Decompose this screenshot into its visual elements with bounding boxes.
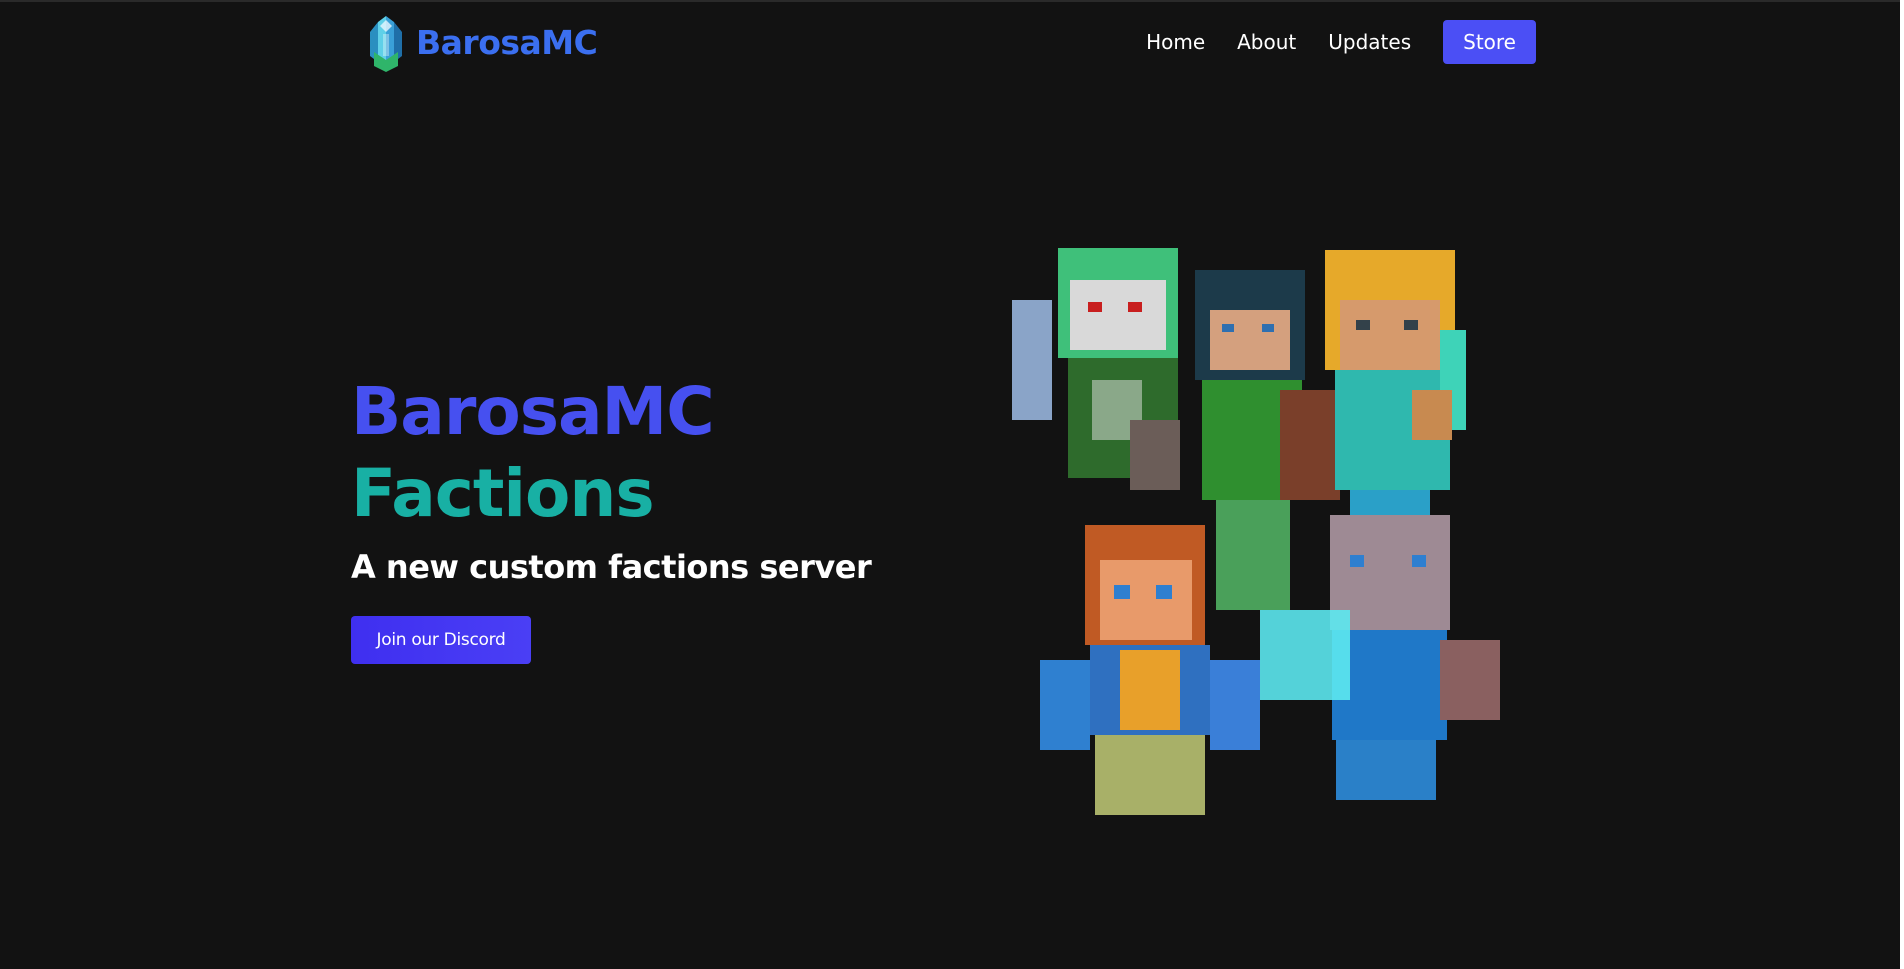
character-green-hair [1012, 248, 1180, 490]
brand-link[interactable]: BarosaMC [364, 12, 598, 72]
nav-home[interactable]: Home [1146, 30, 1205, 54]
main-nav: Home About Updates Store [1146, 20, 1536, 64]
nav-updates[interactable]: Updates [1328, 30, 1411, 54]
character-blonde [1325, 250, 1466, 560]
brand-name: BarosaMC [416, 22, 598, 62]
nav-about[interactable]: About [1237, 30, 1296, 54]
join-discord-button[interactable]: Join our Discord [351, 616, 531, 664]
hero-title-line2: Factions [351, 455, 655, 532]
hero-characters-image [1012, 248, 1500, 815]
hero-title-line1: BarosaMC [351, 373, 715, 450]
character-blue [1260, 515, 1500, 800]
scrollbar[interactable] [1900, 0, 1904, 969]
site-header: BarosaMC Home About Updates Store [0, 0, 1904, 84]
hero-section: BarosaMC Factions A new custom factions … [351, 370, 872, 664]
crystal-logo-icon [370, 16, 402, 72]
character-dark-hair [1195, 270, 1340, 610]
store-button[interactable]: Store [1443, 20, 1536, 64]
hero-subtitle: A new custom factions server [351, 548, 872, 586]
